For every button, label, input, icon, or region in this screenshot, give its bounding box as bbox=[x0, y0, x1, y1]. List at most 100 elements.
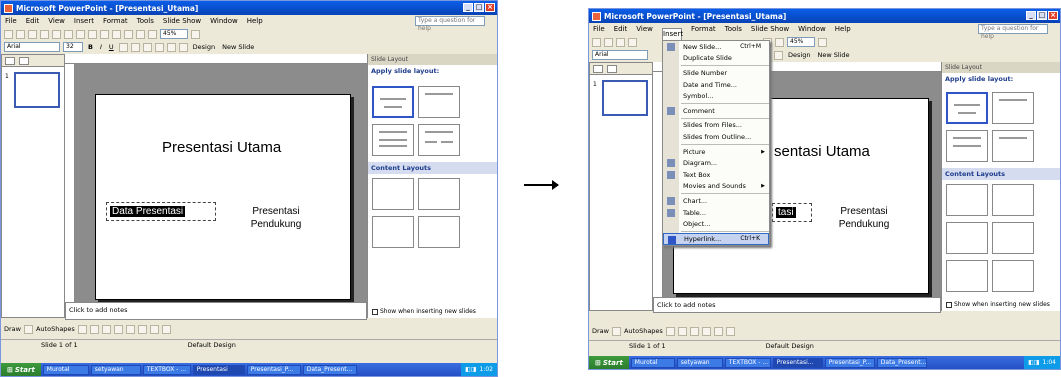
new-icon[interactable] bbox=[592, 37, 601, 47]
menu-view[interactable]: View bbox=[47, 17, 66, 25]
task-textbox[interactable]: TEXTBOX - ... bbox=[142, 364, 191, 375]
layout-title-text[interactable] bbox=[946, 130, 988, 162]
insert-menu-item[interactable]: Movies and Sounds ▶ bbox=[663, 181, 769, 193]
font-color-icon[interactable] bbox=[178, 42, 188, 52]
insert-menu-item[interactable]: Diagram... bbox=[663, 157, 769, 169]
new-slide-button[interactable]: New Slide bbox=[220, 43, 256, 51]
layout-title-text[interactable] bbox=[372, 124, 414, 156]
layout-content[interactable] bbox=[992, 184, 1034, 216]
redo-icon[interactable] bbox=[112, 29, 121, 39]
notes-pane[interactable]: Click to add notes bbox=[65, 302, 367, 320]
menu-insert-open[interactable]: Insert bbox=[662, 28, 683, 40]
menu-window[interactable]: Window bbox=[797, 25, 827, 33]
show-when-inserting[interactable]: Show when inserting new slides bbox=[946, 301, 1050, 308]
fill-color-icon[interactable] bbox=[725, 326, 735, 336]
outline-tab[interactable] bbox=[593, 64, 603, 73]
rectangle-icon[interactable] bbox=[101, 324, 111, 334]
table-icon[interactable] bbox=[775, 37, 784, 47]
layout-two-column[interactable] bbox=[992, 130, 1034, 162]
wordart-icon[interactable] bbox=[137, 324, 147, 334]
print-icon[interactable] bbox=[40, 29, 49, 39]
chart-icon[interactable] bbox=[124, 29, 133, 39]
align-center-icon[interactable] bbox=[130, 42, 140, 52]
autoshapes-menu[interactable]: AutoShapes bbox=[624, 327, 663, 335]
open-icon[interactable] bbox=[16, 29, 25, 39]
menu-help[interactable]: Help bbox=[246, 17, 264, 25]
hyperlink-icon[interactable] bbox=[148, 29, 157, 39]
draw-menu[interactable]: Draw bbox=[592, 327, 609, 335]
insert-menu-item[interactable]: Date and Time... bbox=[663, 79, 769, 91]
print-icon[interactable] bbox=[628, 37, 637, 47]
task-presentasi-p[interactable]: Presentasi_P... bbox=[824, 357, 875, 368]
menu-edit[interactable]: Edit bbox=[25, 17, 41, 25]
menu-insert[interactable]: Insert bbox=[73, 17, 95, 25]
menu-format[interactable]: Format bbox=[690, 25, 717, 33]
subtitle-box-selected[interactable]: Data Presentasi bbox=[106, 202, 216, 221]
task-setyawan[interactable]: setyawan bbox=[676, 357, 723, 368]
open-icon[interactable] bbox=[604, 37, 613, 47]
outline-tab[interactable] bbox=[5, 56, 15, 65]
underline-button[interactable]: U bbox=[107, 43, 116, 51]
layout-title-content[interactable] bbox=[946, 222, 988, 254]
design-button[interactable]: Design bbox=[786, 51, 812, 59]
ask-question-box[interactable]: Type a question for help bbox=[978, 24, 1048, 40]
task-presentasi[interactable]: Presentasi... bbox=[772, 357, 823, 368]
checkbox-icon[interactable] bbox=[372, 308, 378, 315]
textbox-icon[interactable] bbox=[125, 324, 135, 334]
help-icon[interactable] bbox=[818, 37, 827, 47]
line-color-icon[interactable] bbox=[161, 324, 171, 334]
task-murotal[interactable]: Murotal bbox=[42, 364, 89, 375]
spelling-icon[interactable] bbox=[52, 29, 61, 39]
insert-menu-item[interactable]: New Slide... Ctrl+M bbox=[663, 41, 769, 53]
save-icon[interactable] bbox=[616, 37, 625, 47]
autoshapes-menu[interactable]: AutoShapes bbox=[36, 325, 75, 333]
copy-icon[interactable] bbox=[76, 29, 85, 39]
task-data-present[interactable]: Data_Present... bbox=[876, 357, 927, 368]
arrow-icon[interactable] bbox=[677, 326, 687, 336]
bold-button[interactable]: B bbox=[86, 43, 95, 51]
menu-edit[interactable]: Edit bbox=[613, 25, 629, 33]
layout-title-slide[interactable] bbox=[946, 92, 988, 124]
draw-menu[interactable]: Draw bbox=[4, 325, 21, 333]
layout-two-column[interactable] bbox=[418, 124, 460, 156]
insert-menu-item[interactable]: Slides from Files... bbox=[663, 120, 769, 132]
task-presentasi[interactable]: Presentasi bbox=[192, 364, 245, 375]
italic-button[interactable]: I bbox=[98, 43, 104, 51]
layout-four-content[interactable] bbox=[418, 216, 460, 248]
task-pane-header[interactable]: Slide Layout bbox=[368, 54, 497, 65]
layout-title-content[interactable] bbox=[372, 216, 414, 248]
oval-icon[interactable] bbox=[113, 324, 123, 334]
insert-menu-item[interactable]: Slide Number bbox=[663, 67, 769, 79]
maximize-button[interactable]: □ bbox=[474, 3, 484, 12]
font-name-select[interactable]: Arial bbox=[4, 42, 60, 52]
checkbox-icon[interactable] bbox=[946, 301, 952, 308]
task-presentasi-p[interactable]: Presentasi_P... bbox=[246, 364, 301, 375]
layout-content[interactable] bbox=[418, 178, 460, 210]
menu-tools[interactable]: Tools bbox=[136, 17, 155, 25]
insert-menu-item[interactable]: Chart... bbox=[663, 195, 769, 207]
help-icon[interactable] bbox=[191, 29, 200, 39]
align-left-icon[interactable] bbox=[118, 42, 128, 52]
insert-menu-item[interactable]: Object... bbox=[663, 218, 769, 230]
insert-menu-item[interactable]: Hyperlink... Ctrl+K bbox=[663, 232, 769, 245]
menu-file[interactable]: File bbox=[592, 25, 606, 33]
slide-canvas[interactable]: Presentasi Utama Data Presentasi Present… bbox=[95, 94, 351, 300]
layout-content-extra[interactable] bbox=[946, 260, 988, 292]
task-data-present[interactable]: Data_Present... bbox=[302, 364, 357, 375]
font-color-icon[interactable] bbox=[774, 50, 783, 60]
layout-title-slide[interactable] bbox=[372, 86, 414, 118]
minimize-button[interactable]: _ bbox=[463, 3, 473, 12]
slide-thumbnail[interactable] bbox=[14, 72, 60, 108]
font-size-select[interactable]: 32 bbox=[63, 42, 83, 52]
layout-blank[interactable] bbox=[946, 184, 988, 216]
oval-icon[interactable] bbox=[701, 326, 711, 336]
menu-help[interactable]: Help bbox=[834, 25, 852, 33]
select-pointer-icon[interactable] bbox=[23, 324, 33, 334]
select-pointer-icon[interactable] bbox=[611, 326, 621, 336]
layout-title-only[interactable] bbox=[992, 92, 1034, 124]
menu-tools[interactable]: Tools bbox=[724, 25, 743, 33]
insert-menu-item[interactable]: Table... bbox=[663, 207, 769, 219]
subtitle-box-selected[interactable]: tasi bbox=[772, 203, 812, 222]
zoom-select[interactable]: 45% bbox=[160, 29, 188, 39]
zoom-select[interactable]: 45% bbox=[787, 37, 815, 47]
